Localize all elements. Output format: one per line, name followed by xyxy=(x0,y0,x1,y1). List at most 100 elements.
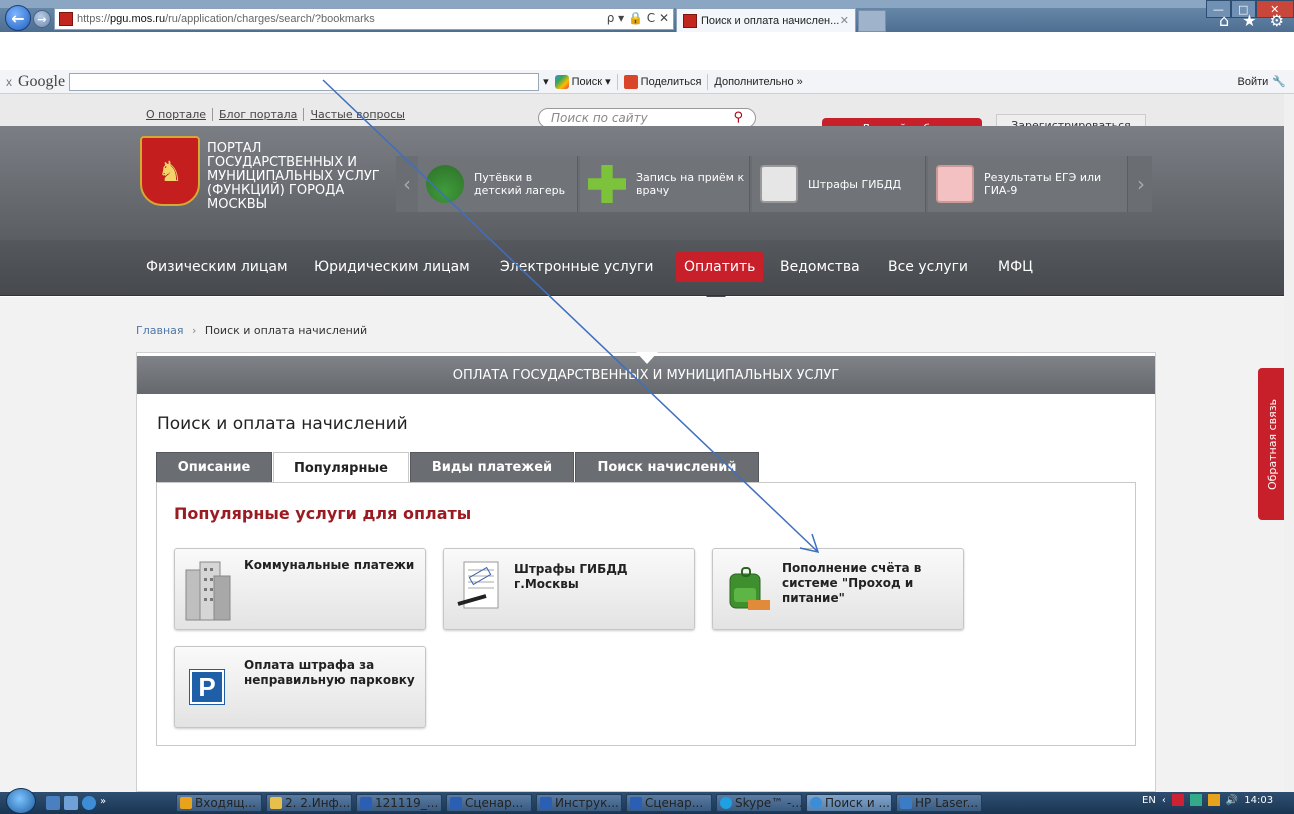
carousel-item-doctor[interactable]: Запись на приём к врачу xyxy=(580,156,750,212)
exam-form-icon xyxy=(936,165,974,203)
breadcrumb-current: Поиск и оплата начислений xyxy=(204,324,368,337)
taskbar-folder[interactable]: 2. 2.Инф... xyxy=(266,794,352,812)
switch-windows-icon[interactable] xyxy=(64,796,78,810)
breadcrumb: Главная › Поиск и оплата начислений xyxy=(136,324,367,337)
taskbar-word-4[interactable]: Сценар... xyxy=(626,794,712,812)
network-icon[interactable] xyxy=(1189,794,1202,806)
word-icon xyxy=(630,797,642,809)
back-button[interactable]: ← xyxy=(5,5,31,31)
tab-description[interactable]: Описание xyxy=(156,452,272,483)
carousel-prev-icon[interactable]: ‹ xyxy=(396,156,418,212)
language-indicator[interactable]: EN xyxy=(1142,795,1156,806)
wrench-icon: 🔧 xyxy=(1272,76,1286,88)
page-scrollbar[interactable] xyxy=(1284,94,1294,792)
close-tab-icon[interactable]: ✕ xyxy=(840,14,849,27)
medical-cross-icon xyxy=(588,165,626,203)
nav-all-services[interactable]: Все услуги xyxy=(880,252,976,282)
forward-button[interactable]: → xyxy=(33,10,51,28)
carousel-item-exams[interactable]: Результаты ЕГЭ или ГИА-9 xyxy=(928,156,1128,212)
link-about[interactable]: О портале xyxy=(146,108,214,121)
fine-document-icon xyxy=(456,560,504,612)
site-search-input[interactable]: Поиск по сайту ⚲ xyxy=(538,108,756,128)
portal-title[interactable]: ПОРТАЛ ГОСУДАРСТВЕННЫХ И МУНИЦИПАЛЬНЫХ У… xyxy=(207,142,397,212)
nav-individuals[interactable]: Физическим лицам xyxy=(138,252,296,282)
breadcrumb-home[interactable]: Главная xyxy=(136,324,184,337)
tab-title: Поиск и оплата начислен... xyxy=(701,14,840,27)
moscow-coat-of-arms-logo[interactable]: ♞ xyxy=(140,136,200,206)
chevron-left-icon[interactable]: ‹ xyxy=(1162,795,1166,806)
card-school-payments-label: Пополнение счёта в системе "Проход и пит… xyxy=(782,561,922,605)
new-tab-button[interactable] xyxy=(858,10,886,32)
link-faq[interactable]: Частые вопросы xyxy=(304,108,411,121)
more-button[interactable]: Дополнительно » xyxy=(714,76,802,88)
tab-charge-search[interactable]: Поиск начислений xyxy=(575,452,759,483)
volume-icon[interactable]: 🔊 xyxy=(1226,795,1238,806)
nav-pay[interactable]: Оплатить xyxy=(676,252,764,282)
google-logo: Google xyxy=(18,72,66,90)
taskbar-word-3[interactable]: Инструк... xyxy=(536,794,622,812)
search-icon[interactable]: ⚲ xyxy=(733,110,743,125)
taskbar-ie-active[interactable]: Поиск и ... xyxy=(806,794,892,812)
share-button[interactable]: Поделиться xyxy=(623,74,701,89)
word-icon xyxy=(360,797,372,809)
outlook-tray-icon[interactable] xyxy=(1207,794,1220,806)
tab-favicon-icon xyxy=(683,13,697,28)
site-favicon-icon xyxy=(59,12,73,26)
login-button[interactable]: Войти 🔧 xyxy=(1238,75,1287,89)
carousel-next-icon[interactable]: › xyxy=(1130,156,1152,212)
tab-popular[interactable]: Популярные xyxy=(273,452,409,484)
card-traffic-fines-label: Штрафы ГИБДД г.Москвы xyxy=(514,562,628,591)
nav-departments[interactable]: Ведомства xyxy=(772,252,868,282)
top-links: О портале Блог портала Частые вопросы xyxy=(146,108,411,121)
page-title: Поиск и оплата начислений xyxy=(157,414,408,434)
nav-legal-entities[interactable]: Юридическим лицам xyxy=(306,252,478,282)
camp-icon xyxy=(426,165,464,203)
clock[interactable]: 14:03 xyxy=(1244,795,1273,806)
link-blog[interactable]: Блог портала xyxy=(213,108,305,121)
skype-icon xyxy=(720,797,732,809)
address-actions-icon[interactable]: ρ ▾ 🔒 C ✕ xyxy=(607,11,669,25)
tab-payment-types[interactable]: Виды платежей xyxy=(410,452,574,483)
system-tray: EN ‹ 🔊 14:03 xyxy=(1142,794,1273,806)
nav-mfc[interactable]: МФЦ xyxy=(990,252,1041,282)
hp-printer-icon xyxy=(900,797,912,809)
nav-electronic-services[interactable]: Электронные услуги xyxy=(492,252,662,282)
chevron-right-icon[interactable]: » xyxy=(100,796,114,810)
show-desktop-icon[interactable] xyxy=(46,796,60,810)
google-search-input[interactable] xyxy=(69,72,540,91)
taskbar-outlook[interactable]: Входящ... xyxy=(176,794,262,812)
google-search-button[interactable]: Поиск ▾ xyxy=(554,74,611,89)
taskbar-printer[interactable]: HP Laser... xyxy=(896,794,982,812)
chevron-down-icon: ▾ xyxy=(605,76,611,88)
word-icon xyxy=(540,797,552,809)
close-toolbar-icon[interactable]: x xyxy=(6,75,12,89)
start-button[interactable] xyxy=(6,788,36,814)
taskbar-skype[interactable]: Skype™ -... xyxy=(716,794,802,812)
taskbar-word-2[interactable]: Сценар... xyxy=(446,794,532,812)
home-favorites-tools-icon[interactable]: ⌂ ★ ⚙ xyxy=(1219,11,1288,30)
url-text: https://pgu.mos.ru/ru/application/charge… xyxy=(77,13,375,25)
tray-app-icon[interactable] xyxy=(1171,794,1184,806)
parking-sign-icon: P xyxy=(190,670,224,704)
carousel-item-camp[interactable]: Путёвки в детский лагерь xyxy=(418,156,578,212)
fine-document-icon xyxy=(760,165,798,203)
share-icon xyxy=(623,74,638,89)
google-search-label: Поиск xyxy=(571,75,603,88)
word-icon xyxy=(450,797,462,809)
outlook-icon xyxy=(180,797,192,809)
search-dropdown-icon[interactable]: ▾ xyxy=(543,75,549,88)
taskbar-word-1[interactable]: 121119_... xyxy=(356,794,442,812)
card-utilities-label: Коммунальные платежи xyxy=(244,558,415,572)
section-title: Популярные услуги для оплаты xyxy=(174,504,472,523)
apartment-buildings-icon xyxy=(182,558,234,622)
browser-tab-active[interactable]: Поиск и оплата начислен... ✕ xyxy=(676,8,856,32)
school-backpack-icon xyxy=(722,566,772,616)
breadcrumb-separator: › xyxy=(192,324,197,337)
internet-explorer-icon xyxy=(810,797,822,809)
address-bar[interactable]: https://pgu.mos.ru/ru/application/charge… xyxy=(54,8,674,30)
folder-icon xyxy=(270,797,282,809)
google-search-icon xyxy=(554,74,569,89)
card-parking-fine-label: Оплата штрафа за неправильную парковку xyxy=(244,658,415,687)
internet-explorer-icon[interactable] xyxy=(82,796,96,810)
carousel-item-fines[interactable]: Штрафы ГИБДД xyxy=(752,156,926,212)
